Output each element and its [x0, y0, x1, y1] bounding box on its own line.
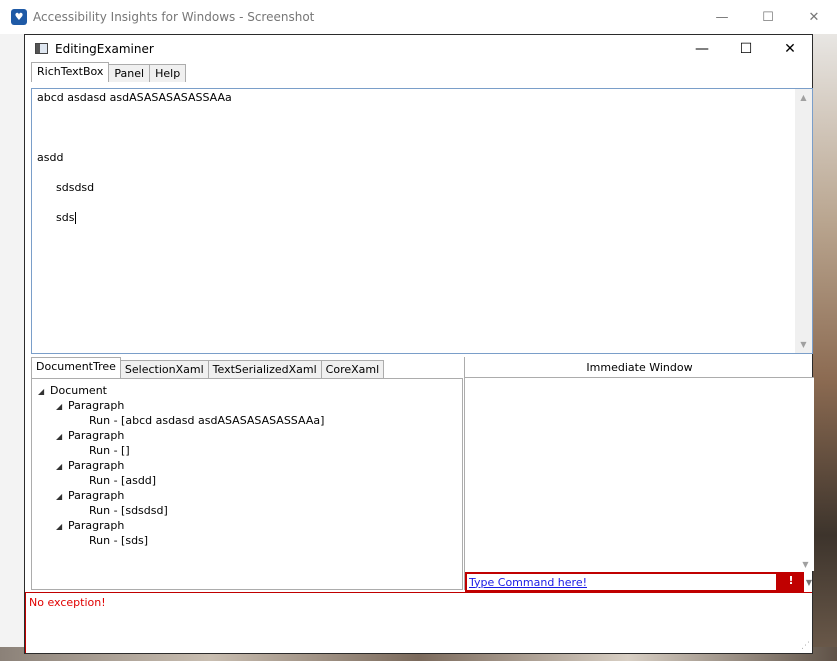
- outer-window-title: Accessibility Insights for Windows - Scr…: [33, 10, 315, 24]
- scroll-up-icon[interactable]: ▲: [795, 89, 812, 106]
- tab-help[interactable]: Help: [149, 64, 187, 82]
- immediate-window-output[interactable]: ▼: [465, 378, 814, 571]
- minimize-button[interactable]: —: [680, 35, 724, 62]
- richtext-editor[interactable]: abcd asdasd asdASASASASASSAAa asdd sdsds…: [31, 88, 813, 354]
- outer-minimize-button[interactable]: —: [699, 0, 745, 34]
- tree-node-label: Paragraph: [68, 399, 125, 412]
- tree-node-run[interactable]: Run - [asdd]: [32, 473, 462, 488]
- inner-window-title: EditingExaminer: [55, 41, 154, 56]
- richtext-line: sdsdsd: [56, 181, 95, 194]
- scroll-down-icon[interactable]: ▼: [795, 336, 812, 353]
- editing-examiner-window: EditingExaminer — ☐ ✕ RichTextBox Panel …: [24, 34, 814, 654]
- richtext-line: asdd: [37, 151, 64, 164]
- immediate-panel: Immediate Window ▼ ! ▼: [464, 357, 814, 598]
- background-wallpaper: [811, 34, 837, 661]
- top-tabs: RichTextBox Panel Help: [25, 62, 812, 82]
- tree-node-label: Paragraph: [68, 489, 125, 502]
- tree-node-label: Paragraph: [68, 429, 125, 442]
- tree-node-label: Document: [50, 384, 107, 397]
- tree-node-run[interactable]: Run - [abcd asdasd asdASASASASASSAAa]: [32, 413, 462, 428]
- immediate-window-header: Immediate Window: [465, 357, 814, 378]
- outer-maximize-button[interactable]: ☐: [745, 0, 791, 34]
- document-panel: DocumentTree SelectionXaml TextSerialize…: [31, 357, 463, 590]
- expand-triangle-icon[interactable]: ◢: [56, 399, 68, 414]
- richtext-line-caret: sds: [56, 211, 77, 224]
- immediate-scrollbar[interactable]: ▼: [797, 378, 814, 571]
- tab-richtextbox[interactable]: RichTextBox: [31, 62, 110, 82]
- accessibility-insights-icon: ♥: [11, 9, 27, 25]
- document-tree: ◢ Document ◢ Paragraph Run - [abcd asdasd …: [31, 378, 463, 590]
- expand-triangle-icon[interactable]: ◢: [38, 384, 50, 399]
- outer-close-button[interactable]: ✕: [791, 0, 837, 34]
- tree-node-label: Paragraph: [68, 459, 125, 472]
- tree-node-paragraph[interactable]: ◢ Paragraph: [32, 458, 462, 473]
- text-caret: [75, 212, 77, 224]
- command-row: ! ▼: [465, 572, 814, 598]
- richtext-scrollbar[interactable]: ▲ ▼: [795, 89, 812, 353]
- tree-node-paragraph[interactable]: ◢ Paragraph: [32, 428, 462, 443]
- richtext-line: sds: [56, 211, 75, 224]
- tab-selectionxaml[interactable]: SelectionXaml: [119, 360, 209, 378]
- tree-node-run[interactable]: Run - []: [32, 443, 462, 458]
- tree-node-document[interactable]: ◢ Document: [32, 383, 462, 398]
- close-button[interactable]: ✕: [768, 35, 812, 62]
- maximize-button[interactable]: ☐: [724, 35, 768, 62]
- tree-node-run[interactable]: Run - [sdsdsd]: [32, 503, 462, 518]
- exception-output: No exception! ⋰: [25, 592, 812, 653]
- expand-triangle-icon[interactable]: ◢: [56, 429, 68, 444]
- command-input[interactable]: [465, 572, 778, 592]
- tree-node-label: Paragraph: [68, 519, 125, 532]
- chevron-down-icon[interactable]: ▼: [804, 572, 814, 592]
- scroll-down-icon[interactable]: ▼: [797, 560, 814, 569]
- tab-documenttree[interactable]: DocumentTree: [31, 357, 121, 378]
- tree-node-paragraph[interactable]: ◢ Paragraph: [32, 518, 462, 533]
- resize-grip-icon[interactable]: ⋰: [800, 641, 810, 651]
- outer-window: ♥ Accessibility Insights for Windows - S…: [0, 0, 837, 34]
- richtext-line: abcd asdasd asdASASASASASSAAa: [37, 91, 232, 104]
- tab-panel[interactable]: Panel: [108, 64, 151, 82]
- tree-node-run[interactable]: Run - [sds]: [32, 533, 462, 548]
- inner-titlebar: EditingExaminer — ☐ ✕: [25, 35, 812, 62]
- lower-tabs: DocumentTree SelectionXaml TextSerialize…: [31, 357, 463, 378]
- expand-triangle-icon[interactable]: ◢: [56, 519, 68, 534]
- expand-triangle-icon[interactable]: ◢: [56, 459, 68, 474]
- exception-text: No exception!: [29, 596, 106, 609]
- expand-triangle-icon[interactable]: ◢: [56, 489, 68, 504]
- background-left: [0, 34, 24, 661]
- window-icon: [35, 43, 48, 54]
- tab-textserializedxaml[interactable]: TextSerializedXaml: [207, 360, 322, 378]
- tab-corexaml[interactable]: CoreXaml: [320, 360, 385, 378]
- outer-titlebar: ♥ Accessibility Insights for Windows - S…: [0, 0, 837, 34]
- tree-node-paragraph[interactable]: ◢ Paragraph: [32, 488, 462, 503]
- tree-node-paragraph[interactable]: ◢ Paragraph: [32, 398, 462, 413]
